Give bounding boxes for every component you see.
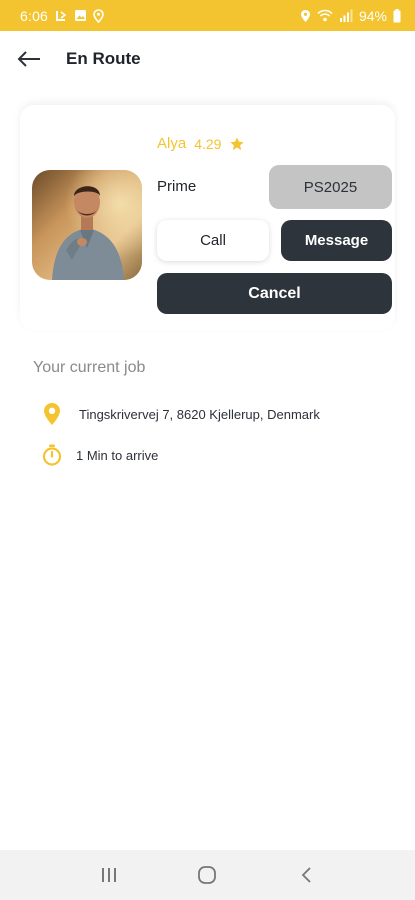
job-heading: Your current job xyxy=(33,359,146,376)
back-arrow-icon[interactable] xyxy=(16,46,42,72)
call-button[interactable]: Call xyxy=(157,220,269,261)
plate-badge: PS2025 xyxy=(269,165,392,209)
status-bar: 6:06 94% xyxy=(0,0,415,31)
stopwatch-icon xyxy=(40,443,64,467)
battery-icon xyxy=(393,8,401,23)
driver-rating: 4.29 xyxy=(194,135,222,152)
page-title: En Route xyxy=(66,48,141,68)
wifi-icon xyxy=(317,9,333,22)
call-button-label: Call xyxy=(200,232,226,249)
call-forward-icon xyxy=(54,9,68,23)
recent-apps-icon[interactable] xyxy=(89,855,129,895)
image-icon xyxy=(74,9,87,22)
plate-number: PS2025 xyxy=(303,178,358,196)
job-address: Tingskrivervej 7, 8620 Kjellerup, Denmar… xyxy=(79,406,320,422)
driver-avatar xyxy=(32,170,142,280)
nav-back-icon[interactable] xyxy=(286,855,326,895)
status-bar-left: 6:06 xyxy=(20,8,104,24)
job-address-row: Tingskrivervej 7, 8620 Kjellerup, Denmar… xyxy=(40,402,320,426)
vehicle-type: Prime xyxy=(157,178,197,195)
signal-icon xyxy=(339,9,353,22)
job-arrival: 1 Min to arrive xyxy=(76,447,159,463)
battery-percent: 94% xyxy=(358,7,387,24)
cancel-button[interactable]: Cancel xyxy=(157,273,392,314)
system-nav-bar xyxy=(0,850,415,900)
home-icon[interactable] xyxy=(187,855,227,895)
job-arrival-row: 1 Min to arrive xyxy=(40,443,158,467)
message-button-label: Message xyxy=(304,232,369,249)
app-bar: En Route xyxy=(0,31,415,86)
driver-name: Alya xyxy=(157,135,187,152)
location-pin-icon xyxy=(40,402,64,426)
status-bar-right: 94% xyxy=(300,8,401,24)
location-icon xyxy=(93,8,104,23)
status-time: 6:06 xyxy=(20,7,49,24)
star-icon xyxy=(229,136,245,152)
message-button[interactable]: Message xyxy=(281,220,392,261)
cancel-button-label: Cancel xyxy=(248,284,301,302)
driver-name-row: Alya 4.29 xyxy=(157,135,245,152)
location-icon xyxy=(300,9,311,23)
